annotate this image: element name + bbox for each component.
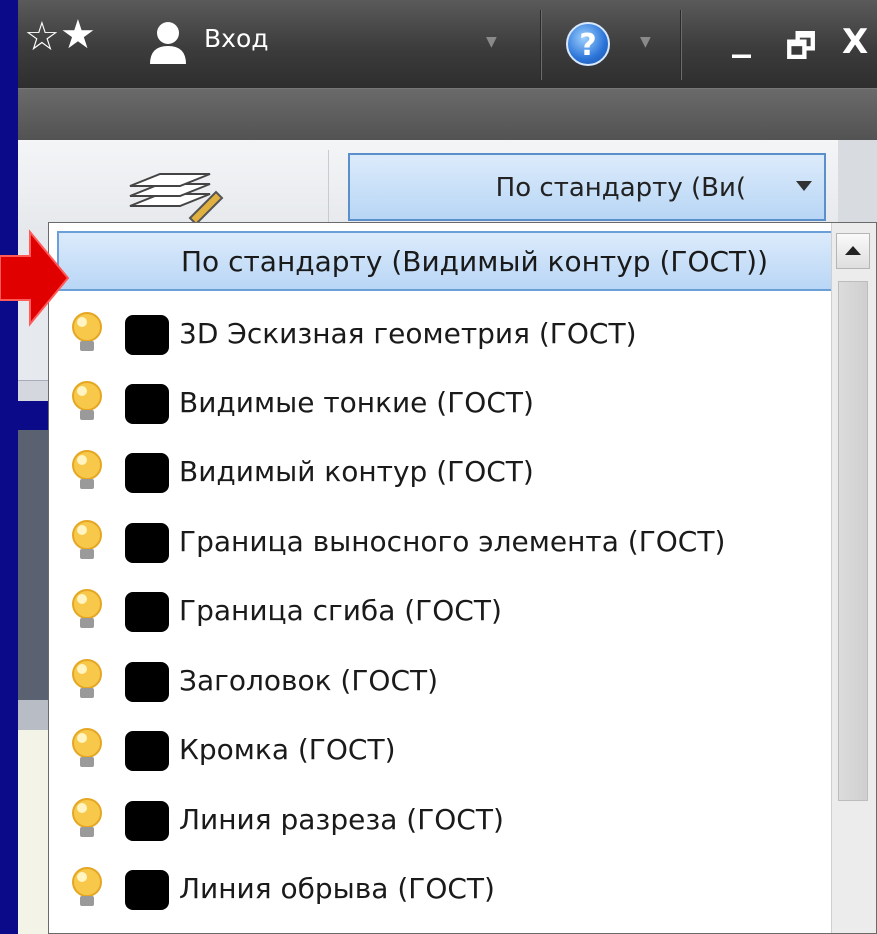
- list-item[interactable]: Граница сгиба (ГОСТ): [49, 580, 829, 640]
- chevron-down-icon[interactable]: [796, 181, 812, 191]
- list-item[interactable]: По стандарту (Видимый контур (ГОСТ)): [57, 231, 835, 291]
- layer-select-value: По стандарту (Ви(: [495, 173, 746, 203]
- lightbulb-icon[interactable]: [69, 797, 105, 841]
- lightbulb-icon[interactable]: [69, 727, 105, 771]
- ribbon-tab-bar: [18, 88, 877, 141]
- list-item-label: 3D Эскизная геометрия (ГОСТ): [179, 317, 637, 350]
- restore-button[interactable]: 🗗: [786, 24, 816, 78]
- lightbulb-icon[interactable]: [69, 519, 105, 563]
- list-item[interactable]: Видимые тонкие (ГОСТ): [49, 372, 829, 432]
- list-item-label: Заголовок (ГОСТ): [179, 664, 439, 697]
- lightbulb-icon[interactable]: [69, 311, 105, 355]
- layers-icon[interactable]: [120, 160, 230, 230]
- lightbulb-icon[interactable]: [69, 658, 105, 702]
- list-item[interactable]: Заголовок (ГОСТ): [49, 650, 829, 710]
- color-swatch-icon[interactable]: [125, 523, 169, 563]
- help-icon[interactable]: ?: [566, 22, 610, 66]
- color-swatch-icon[interactable]: [125, 315, 169, 355]
- user-icon[interactable]: [146, 18, 190, 68]
- layer-select[interactable]: По стандарту (Ви(: [348, 153, 826, 221]
- background-panel: [18, 380, 48, 401]
- star-icon[interactable]: ☆: [24, 14, 60, 60]
- list-item-label: Граница сгиба (ГОСТ): [179, 594, 502, 627]
- ribbon-divider: [328, 150, 329, 230]
- list-item[interactable]: Линия обрыва (ГОСТ): [49, 858, 829, 918]
- list-item-label: Линия обрыва (ГОСТ): [179, 872, 495, 905]
- layer-dropdown-list[interactable]: По стандарту (Видимый контур (ГОСТ)) 3D …: [48, 222, 877, 934]
- color-swatch-icon[interactable]: [125, 731, 169, 771]
- color-swatch-icon[interactable]: [125, 870, 169, 910]
- list-item[interactable]: Кромка (ГОСТ): [49, 719, 829, 779]
- color-swatch-icon[interactable]: [125, 662, 169, 702]
- close-button[interactable]: X: [842, 22, 868, 62]
- list-item-label: По стандарту (Видимый контур (ГОСТ)): [181, 245, 768, 278]
- sign-in-label[interactable]: Вход: [204, 24, 269, 53]
- list-item-label: Кромка (ГОСТ): [179, 733, 396, 766]
- color-swatch-icon[interactable]: [125, 453, 169, 493]
- list-item[interactable]: 3D Эскизная геометрия (ГОСТ): [49, 303, 829, 363]
- list-item[interactable]: Граница выносного элемента (ГОСТ): [49, 511, 829, 571]
- minimize-button[interactable]: _: [732, 14, 751, 58]
- star-icon[interactable]: ★: [60, 12, 96, 58]
- scroll-thumb[interactable]: [838, 281, 868, 801]
- lightbulb-icon[interactable]: [69, 449, 105, 493]
- chevron-down-icon[interactable]: ▼: [486, 34, 497, 50]
- background-panel: [18, 700, 48, 730]
- lightbulb-icon[interactable]: [69, 380, 105, 424]
- list-item-label: Линия разреза (ГОСТ): [179, 803, 504, 836]
- list-item[interactable]: Линия разреза (ГОСТ): [49, 789, 829, 849]
- color-swatch-icon[interactable]: [125, 592, 169, 632]
- scrollbar[interactable]: [831, 223, 876, 933]
- color-swatch-icon[interactable]: [125, 384, 169, 424]
- list-item-label: Видимый контур (ГОСТ): [179, 455, 534, 488]
- background-panel: [18, 430, 48, 700]
- toolbar-divider: [540, 10, 541, 80]
- lightbulb-icon[interactable]: [69, 866, 105, 910]
- lightbulb-icon[interactable]: [69, 588, 105, 632]
- pointer-arrow-icon: [0, 229, 70, 327]
- list-item-label: Видимые тонкие (ГОСТ): [179, 386, 534, 419]
- toolbar-divider: [680, 10, 681, 80]
- color-swatch-icon[interactable]: [125, 801, 169, 841]
- scroll-up-button[interactable]: [836, 233, 870, 269]
- list-item[interactable]: Видимый контур (ГОСТ): [49, 441, 829, 501]
- background-panel: [18, 730, 48, 934]
- list-item-label: Граница выносного элемента (ГОСТ): [179, 525, 726, 558]
- chevron-down-icon[interactable]: ▼: [640, 34, 651, 50]
